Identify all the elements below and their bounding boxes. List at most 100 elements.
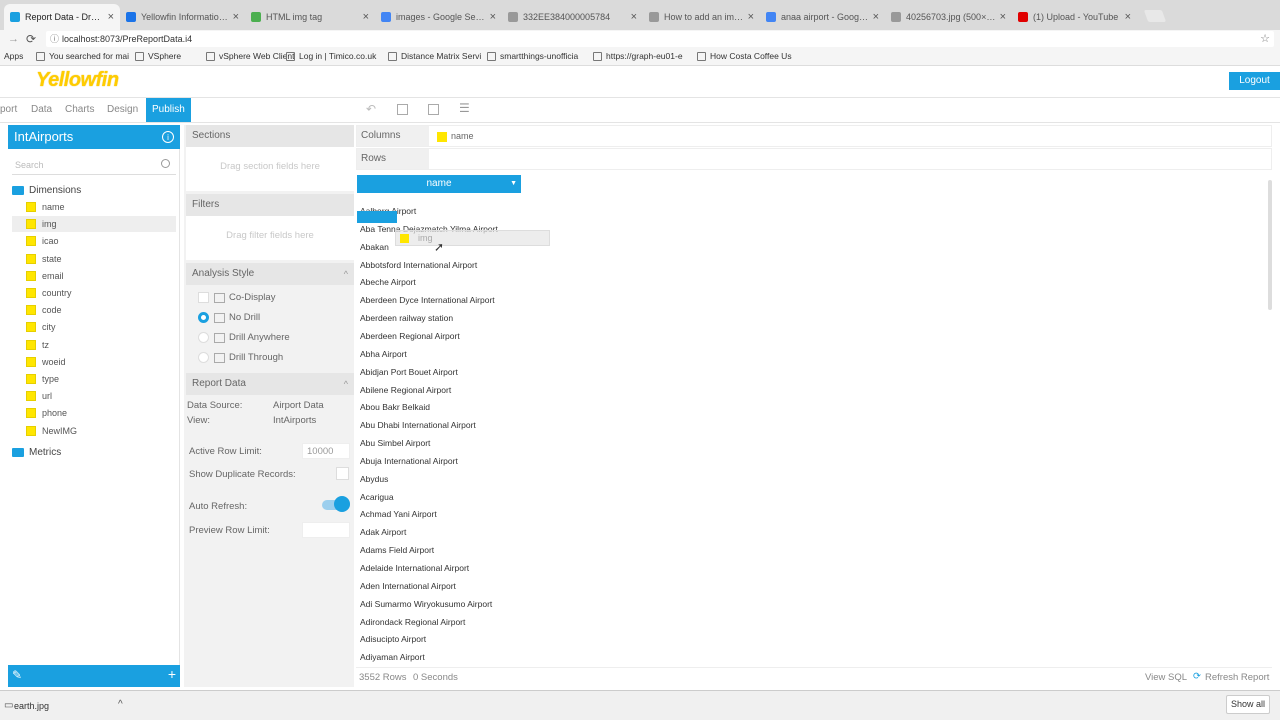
table-row[interactable]: Abydus <box>360 474 388 484</box>
bookmark-item[interactable]: How Costa Coffee Us <box>697 51 792 61</box>
dropdown-arrow-icon[interactable]: ▼ <box>510 175 517 193</box>
view-sql-link[interactable]: View SQL <box>1145 672 1187 683</box>
field-item[interactable]: tz <box>12 337 176 353</box>
field-item[interactable]: state <box>12 251 176 267</box>
table-row[interactable]: Abbotsford International Airport <box>360 260 477 270</box>
table-row[interactable]: Abilene Regional Airport <box>360 385 451 395</box>
chevron-up-icon[interactable]: ^ <box>344 263 348 285</box>
table-row[interactable]: Adams Field Airport <box>360 545 434 555</box>
browser-tab[interactable]: Report Data - Draft Rep × <box>4 4 120 30</box>
refresh-icon[interactable]: ⟳ <box>1193 671 1201 682</box>
field-item[interactable]: name <box>12 199 176 215</box>
bookmark-item[interactable]: smartthings-unofficia <box>487 51 578 61</box>
table-row[interactable]: Adiyaman Airport <box>360 652 425 662</box>
preview-row-limit-input[interactable] <box>302 522 350 538</box>
chevron-up-icon[interactable]: ^ <box>344 373 348 395</box>
add-icon[interactable]: + <box>168 666 176 682</box>
browser-tab[interactable]: Yellowfin Information C × <box>120 4 245 30</box>
reload-icon[interactable]: ⟳ <box>26 32 36 46</box>
step-import[interactable]: port <box>0 98 17 122</box>
bookmark-item[interactable]: vSphere Web Client <box>206 51 294 61</box>
rows-shelf[interactable]: Rows <box>356 148 1272 170</box>
close-icon[interactable]: × <box>108 11 114 23</box>
star-icon[interactable]: ☆ <box>1260 31 1270 47</box>
browser-tab[interactable]: anaa airport - Google S × <box>760 4 885 30</box>
browser-tab[interactable]: How to add an image × <box>643 4 760 30</box>
table-row[interactable]: Adelaide International Airport <box>360 563 469 573</box>
analysis-style-header[interactable]: Analysis Style ^ <box>186 263 354 285</box>
table-row[interactable]: Aberdeen Dyce International Airport <box>360 295 495 305</box>
step-data[interactable]: Data <box>31 98 52 122</box>
filters-dropzone[interactable]: Drag filter fields here <box>186 216 354 260</box>
field-item[interactable]: img <box>12 216 176 233</box>
refresh-report-link[interactable]: Refresh Report <box>1205 672 1269 683</box>
scrollbar[interactable] <box>1268 180 1272 310</box>
chevron-up-icon[interactable]: ^ <box>118 699 123 710</box>
step-design[interactable]: Design <box>107 98 138 122</box>
field-item[interactable]: city <box>12 319 176 335</box>
close-icon[interactable]: × <box>873 11 879 23</box>
table-row[interactable]: Adak Airport <box>360 527 406 537</box>
bookmark-item[interactable]: Distance Matrix Servi <box>388 51 481 61</box>
bookmark-item[interactable]: You searched for mai <box>36 51 129 61</box>
close-icon[interactable]: × <box>1000 11 1006 23</box>
field-item[interactable]: country <box>12 285 176 301</box>
close-icon[interactable]: × <box>363 11 369 23</box>
close-icon[interactable]: × <box>1125 11 1131 23</box>
bookmark-item[interactable]: VSphere <box>135 51 181 61</box>
field-item[interactable]: code <box>12 302 176 318</box>
column-header-name[interactable]: name ▼ <box>357 175 521 193</box>
field-item[interactable]: type <box>12 371 176 387</box>
list-icon[interactable]: ☰ <box>459 101 470 115</box>
dimensions-folder[interactable]: Dimensions <box>12 185 81 196</box>
table-row[interactable]: Abidjan Port Bouet Airport <box>360 367 458 377</box>
columns-icon[interactable] <box>428 104 439 115</box>
metrics-folder[interactable]: Metrics <box>12 447 61 458</box>
table-row[interactable]: Abuja International Airport <box>360 456 458 466</box>
step-publish[interactable]: Publish <box>146 98 191 122</box>
columns-field-chip[interactable]: name <box>451 131 474 141</box>
table-icon[interactable] <box>397 104 408 115</box>
table-row[interactable]: Aberdeen railway station <box>360 313 453 323</box>
browser-tab[interactable]: HTML img tag × <box>245 4 375 30</box>
table-row[interactable]: Aden International Airport <box>360 581 456 591</box>
field-item[interactable]: woeid <box>12 354 176 370</box>
url-field[interactable]: ⓘ localhost:8073/PreReportData.i4 ☆ <box>46 31 1274 47</box>
table-row[interactable]: Aberdeen Regional Airport <box>360 331 460 341</box>
close-icon[interactable]: × <box>748 11 754 23</box>
row-limit-input[interactable]: 10000 <box>302 443 350 459</box>
option-no-drill[interactable]: No Drill <box>198 312 260 323</box>
step-charts[interactable]: Charts <box>65 98 94 122</box>
browser-tab[interactable]: (1) Upload - YouTube × <box>1012 4 1137 30</box>
close-icon[interactable]: × <box>233 11 239 23</box>
table-row[interactable]: Achmad Yani Airport <box>360 509 437 519</box>
bookmark-item[interactable]: Log in | Timico.co.uk <box>286 51 376 61</box>
sections-dropzone[interactable]: Drag section fields here <box>186 147 354 191</box>
table-row[interactable]: Abu Simbel Airport <box>360 438 430 448</box>
table-row[interactable]: Adi Sumarmo Wiryokusumo Airport <box>360 599 492 609</box>
field-item[interactable]: icao <box>12 233 176 249</box>
duplicate-records-checkbox[interactable] <box>336 467 349 480</box>
forward-icon[interactable]: → <box>8 33 19 45</box>
field-item[interactable]: NewIMG <box>12 423 176 439</box>
table-row[interactable]: Abeche Airport <box>360 277 416 287</box>
bookmark-item[interactable]: https://graph-eu01-e <box>593 51 683 61</box>
close-icon[interactable]: × <box>490 11 496 23</box>
table-row[interactable]: Adirondack Regional Airport <box>360 617 465 627</box>
field-item[interactable]: url <box>12 388 176 404</box>
table-row[interactable]: Adisucipto Airport <box>360 634 426 644</box>
field-item[interactable]: email <box>12 268 176 284</box>
browser-tab[interactable]: images - Google Searc × <box>375 4 502 30</box>
logout-button[interactable]: Logout <box>1229 72 1280 90</box>
browser-tab[interactable]: 332EE384000005784 × <box>502 4 643 30</box>
option-drill-through[interactable]: Drill Through <box>198 352 283 363</box>
search-input[interactable]: Search <box>12 155 176 175</box>
show-all-button[interactable]: Show all <box>1226 695 1270 714</box>
report-data-header[interactable]: Report Data ^ <box>186 373 354 395</box>
new-tab-button[interactable] <box>1143 10 1167 22</box>
download-file-name[interactable]: earth.jpg <box>14 701 49 711</box>
table-row[interactable]: Abha Airport <box>360 349 407 359</box>
table-row[interactable]: Abou Bakr Belkaid <box>360 402 430 412</box>
browser-tab[interactable]: 40256703.jpg (500×33 × <box>885 4 1012 30</box>
close-icon[interactable]: × <box>631 11 637 23</box>
